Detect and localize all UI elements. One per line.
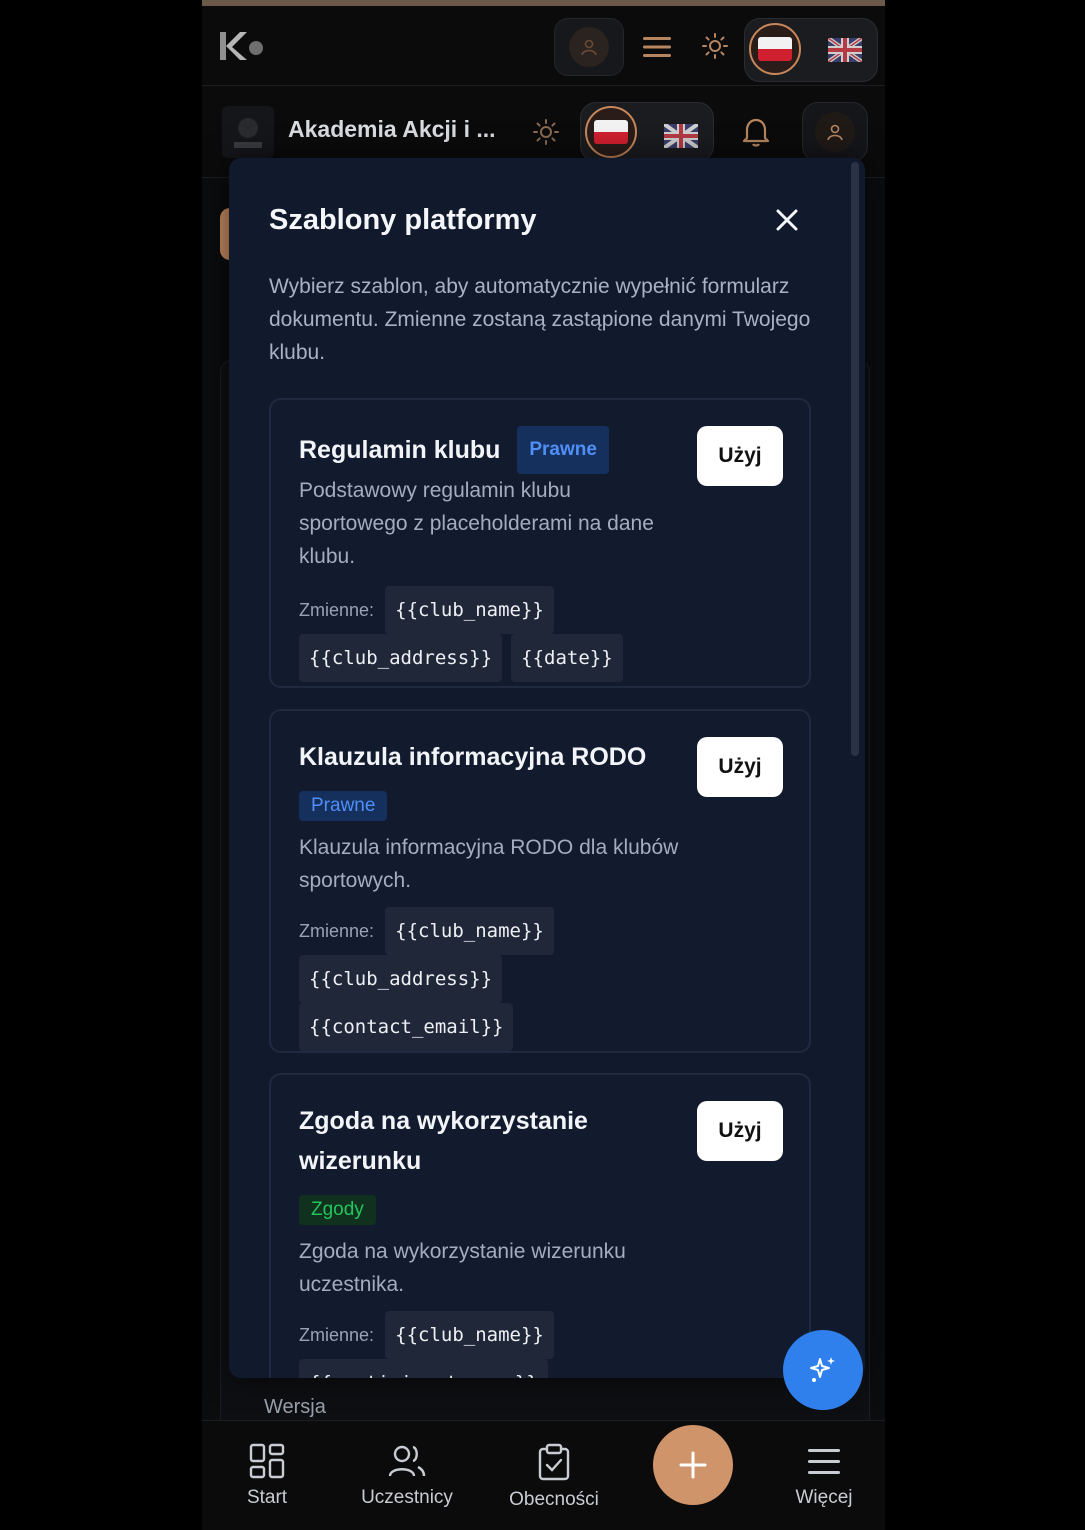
app-screen: Akademia Akcji i ... Wersja Szablony pla… bbox=[202, 0, 885, 1530]
uk-flag-icon[interactable] bbox=[663, 123, 699, 149]
club-logo[interactable] bbox=[222, 106, 274, 158]
modal-scrollbar[interactable] bbox=[851, 162, 859, 756]
use-template-button[interactable]: Użyj bbox=[697, 1101, 783, 1161]
category-badge: Prawne bbox=[517, 426, 609, 474]
bell-icon[interactable] bbox=[738, 114, 774, 150]
template-title-text: Regulamin klubu bbox=[299, 436, 501, 464]
uk-flag-icon[interactable] bbox=[827, 37, 863, 63]
template-card-wizerunek: Zgoda na wykorzystanie wizerunku Użyj Zg… bbox=[269, 1073, 811, 1378]
modal-title: Szablony platformy bbox=[269, 204, 537, 236]
profile-button[interactable] bbox=[802, 102, 868, 162]
variable-chip: {{club_name}} bbox=[385, 1311, 554, 1359]
close-icon[interactable] bbox=[769, 202, 805, 238]
sparkles-icon bbox=[810, 1357, 835, 1382]
app-logo[interactable] bbox=[216, 28, 266, 64]
variable-chip: {{date}} bbox=[511, 634, 623, 682]
use-template-button[interactable]: Użyj bbox=[697, 426, 783, 486]
nav-label: Start bbox=[246, 1487, 288, 1508]
user-icon bbox=[569, 27, 609, 67]
variables-list: Zmienne: {{club_name}} {{club_address}} … bbox=[299, 907, 599, 1051]
grid-icon bbox=[249, 1443, 285, 1479]
nav-label: Uczestnicy bbox=[361, 1487, 453, 1508]
variable-chip: {{club_name}} bbox=[385, 907, 554, 955]
variables-label: Zmienne: bbox=[299, 600, 375, 620]
category-badge: Prawne bbox=[299, 791, 388, 821]
language-switcher bbox=[744, 18, 878, 82]
theme-sun-icon[interactable] bbox=[699, 30, 731, 62]
variables-label: Zmienne: bbox=[299, 921, 375, 941]
variable-chip: {{club_address}} bbox=[299, 634, 503, 682]
template-card-regulamin: Regulamin klubu Prawne Użyj Podstawowy r… bbox=[269, 398, 811, 688]
menu-icon bbox=[808, 1449, 840, 1474]
category-badge-wrap: Prawne bbox=[299, 791, 388, 821]
nav-item-wiecej[interactable]: Więcej bbox=[764, 1443, 884, 1509]
variable-chip: {{club_name}} bbox=[385, 586, 554, 634]
category-badge-wrap: Zgody bbox=[299, 1195, 376, 1225]
users-icon bbox=[388, 1445, 426, 1477]
variable-chip: {{club_address}} bbox=[299, 955, 503, 1003]
template-title: Klauzula informacyjna RODO bbox=[299, 743, 647, 771]
template-description: Zgoda na wykorzystanie wizerunku uczestn… bbox=[299, 1240, 626, 1296]
template-title-line: wizerunku bbox=[299, 1147, 422, 1175]
theme-sun-icon[interactable] bbox=[530, 116, 562, 148]
club-name[interactable]: Akademia Akcji i ... bbox=[288, 116, 496, 143]
user-icon bbox=[815, 112, 855, 152]
variables-label: Zmienne: bbox=[299, 1325, 375, 1345]
hamburger-menu-icon[interactable] bbox=[640, 32, 674, 62]
template-title: Regulamin klubu Prawne bbox=[299, 426, 609, 474]
clipboard-check-icon bbox=[538, 1443, 570, 1481]
nav-label: Obecności bbox=[509, 1489, 599, 1510]
variable-chip: {{contact_email}} bbox=[299, 1003, 514, 1051]
template-title: Zgoda na wykorzystanie wizerunku bbox=[299, 1101, 588, 1181]
nav-item-uczestnicy[interactable]: Uczestnicy bbox=[347, 1443, 467, 1509]
app-top-bar bbox=[202, 6, 885, 86]
template-description: Podstawowy regulamin klubu sportowego z … bbox=[299, 479, 654, 568]
variables-list: Zmienne: {{club_name}} {{participant_nam… bbox=[299, 1311, 599, 1378]
nav-item-start[interactable]: Start bbox=[207, 1443, 327, 1509]
category-badge: Zgody bbox=[299, 1195, 376, 1225]
profile-button[interactable] bbox=[554, 18, 624, 76]
bottom-navigation: Start Uczestnicy Obecności Więcej bbox=[202, 1420, 885, 1530]
version-label: Wersja bbox=[264, 1396, 326, 1418]
template-card-rodo: Klauzula informacyjna RODO Użyj Prawne K… bbox=[269, 709, 811, 1053]
polish-flag-icon[interactable] bbox=[585, 106, 637, 158]
templates-modal: Szablony platformy Wybierz szablon, aby … bbox=[229, 158, 865, 1378]
nav-label: Więcej bbox=[795, 1487, 853, 1508]
ai-assistant-button[interactable] bbox=[783, 1330, 863, 1410]
template-description: Klauzula informacyjna RODO dla klubów sp… bbox=[299, 836, 679, 892]
variables-list: Zmienne: {{club_name}} {{club_address}} … bbox=[299, 586, 659, 682]
language-switcher bbox=[580, 102, 714, 162]
modal-description: Wybierz szablon, aby automatycznie wypeł… bbox=[269, 275, 811, 364]
variable-chip: {{participant_name}} bbox=[299, 1359, 548, 1378]
add-button[interactable] bbox=[653, 1425, 733, 1505]
template-title-line: Zgoda na wykorzystanie bbox=[299, 1107, 588, 1135]
nav-item-obecnosci[interactable]: Obecności bbox=[494, 1443, 614, 1511]
polish-flag-icon[interactable] bbox=[749, 23, 801, 75]
use-template-button[interactable]: Użyj bbox=[697, 737, 783, 797]
plus-icon bbox=[679, 1451, 707, 1479]
